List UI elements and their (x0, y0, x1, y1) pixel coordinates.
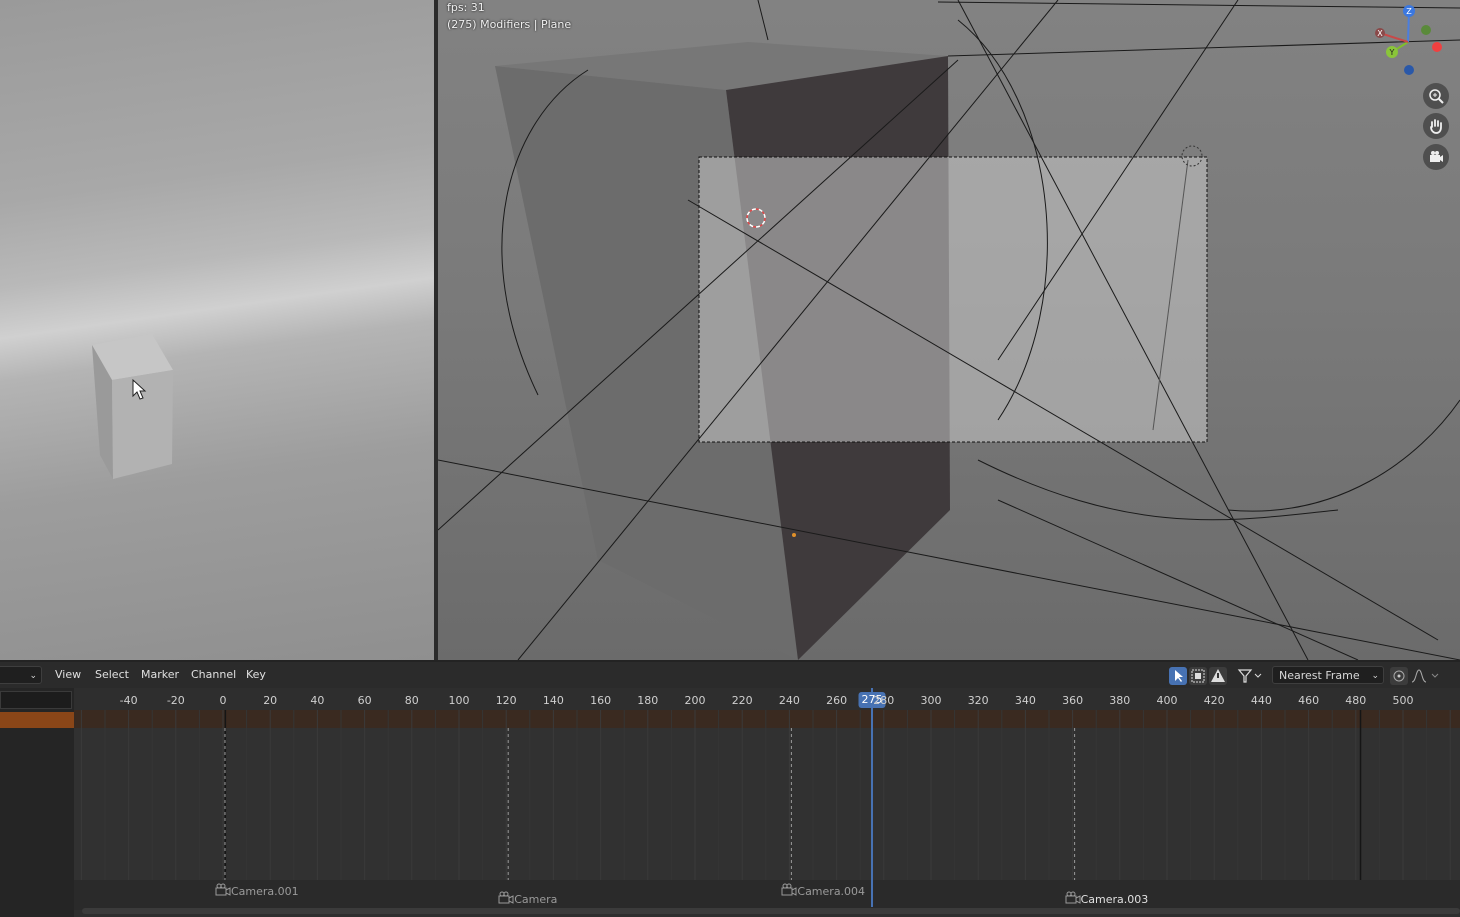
horizontal-scrollbar[interactable] (82, 908, 1460, 914)
timeline-header: ⌄ View Select Marker Channel Key Nearest… (0, 662, 1460, 688)
ruler-tick-label: 420 (1203, 694, 1225, 707)
timeline-grid (80, 710, 1451, 880)
camera-icon[interactable] (1423, 144, 1449, 170)
pan-hand-icon[interactable] (1423, 113, 1449, 139)
channel-region[interactable] (0, 688, 74, 917)
gizmo-z-label: Z (1406, 7, 1412, 16)
playhead-line[interactable] (871, 688, 873, 907)
camera-marker[interactable]: Camera.003 (1065, 891, 1149, 908)
zoom-icon[interactable] (1423, 83, 1449, 109)
ruler-tick-label: 460 (1298, 694, 1320, 707)
ruler-tick-label: 380 (1109, 694, 1131, 707)
ruler-tick-label: 360 (1062, 694, 1084, 707)
ruler-tick-label: 500 (1392, 694, 1414, 707)
ruler-tick-label: 260 (826, 694, 848, 707)
ruler-tick-label: 80 (404, 694, 419, 707)
chevron-down-icon: ⌄ (1371, 671, 1379, 681)
camera-marker[interactable]: Camera.001 (215, 883, 299, 900)
camera-icon (1065, 891, 1081, 908)
camera-marker[interactable]: Camera.004 (781, 883, 865, 900)
filter-icon[interactable] (1237, 667, 1265, 685)
left-3d-viewport[interactable] (0, 0, 434, 660)
ruler-tick-label: 320 (967, 694, 989, 707)
camera-icon (781, 883, 797, 900)
ruler-tick-label: 20 (263, 694, 278, 707)
object-origin (792, 533, 796, 537)
snap-mode-dropdown[interactable]: Nearest Frame ⌄ (1272, 666, 1384, 684)
fps-readout: fps: 31 (447, 1, 485, 14)
left-viewport-scene (92, 334, 173, 479)
ruler-tick-label: 440 (1250, 694, 1272, 707)
ruler-tick-label: 0 (219, 694, 227, 707)
ruler-tick-label: 300 (920, 694, 942, 707)
ruler-tick-label: 120 (495, 694, 517, 707)
camera-frame (698, 156, 1208, 443)
marker-label: Camera.004 (797, 885, 866, 898)
navigation-gizmo[interactable]: Z Y X (1368, 2, 1460, 82)
channel-search-field[interactable] (0, 691, 72, 709)
camera-icon (215, 883, 231, 900)
ruler-tick-label: 220 (731, 694, 753, 707)
menu-channel[interactable]: Channel (191, 668, 236, 681)
timeline-editor[interactable]: ⌄ View Select Marker Channel Key Nearest… (0, 662, 1460, 917)
warning-icon[interactable] (1209, 667, 1227, 685)
ruler-tick-label: 100 (448, 694, 470, 707)
ruler-tick-label: 480 (1345, 694, 1367, 707)
ruler-tick-label: 400 (1156, 694, 1178, 707)
falloff-curve-icon[interactable] (1410, 667, 1442, 685)
snap-mode-value: Nearest Frame (1279, 669, 1360, 682)
chevron-down-icon: ⌄ (29, 671, 37, 681)
main-3d-viewport[interactable]: fps: 31 (275) Modifiers | Plane Z Y X (438, 0, 1460, 660)
ruler-tick-label: 40 (310, 694, 325, 707)
camera-marker[interactable]: Camera (498, 891, 557, 908)
proportional-edit-icon[interactable] (1390, 667, 1408, 685)
ruler-tick-label: 280 (873, 694, 895, 707)
summary-channel[interactable] (0, 712, 74, 728)
ruler-tick-label: -40 (119, 694, 138, 707)
ruler-tick-label: 140 (542, 694, 564, 707)
marker-label: Camera.003 (1080, 893, 1149, 906)
object-info: (275) Modifiers | Plane (447, 18, 572, 31)
gizmo-y-label: Y (1389, 48, 1395, 57)
camera-icon (498, 891, 514, 908)
select-tool-icon[interactable] (1169, 667, 1187, 685)
menu-marker[interactable]: Marker (141, 668, 179, 681)
menu-key[interactable]: Key (246, 668, 266, 681)
ruler-tick-label: 60 (357, 694, 372, 707)
ruler-tick-label: 240 (778, 694, 800, 707)
menu-select[interactable]: Select (95, 668, 129, 681)
ruler-tick-label: 160 (590, 694, 612, 707)
ruler-tick-label: 340 (1014, 694, 1036, 707)
ruler-tick-label: 180 (637, 694, 659, 707)
marker-label: Camera (514, 893, 558, 906)
ruler-tick-label: 200 (684, 694, 706, 707)
menu-view[interactable]: View (55, 668, 81, 681)
ruler-tick-label: -20 (166, 694, 185, 707)
main-viewport-scene (438, 0, 1460, 660)
cube-front-face (112, 370, 173, 479)
keyframe-area[interactable] (74, 710, 1460, 880)
gizmo-x-label: X (1377, 29, 1383, 38)
marker-label: Camera.001 (231, 885, 299, 898)
box-select-icon[interactable] (1189, 667, 1207, 685)
editor-type-dropdown[interactable]: ⌄ (0, 666, 42, 684)
